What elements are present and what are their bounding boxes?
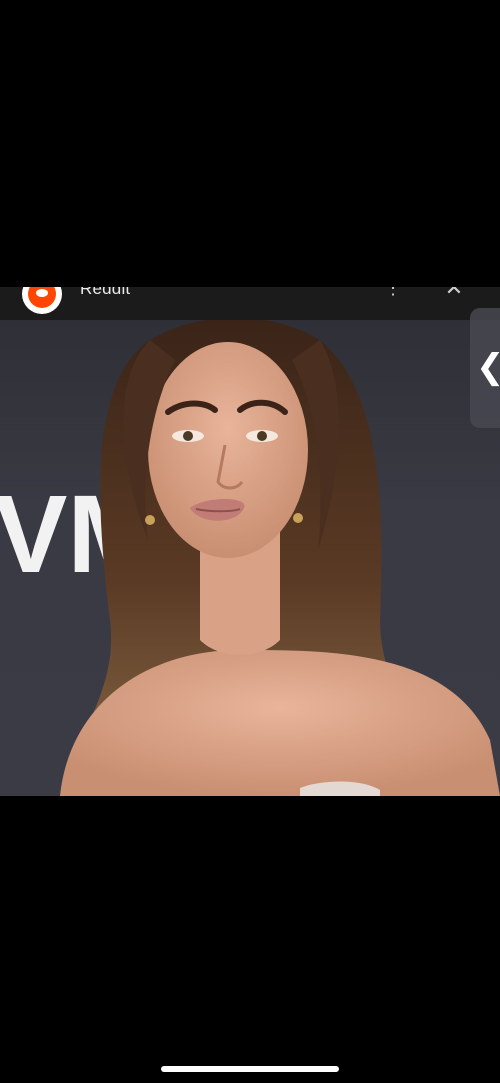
more-vertical-icon[interactable]: ⋮ bbox=[384, 287, 402, 299]
chevron-left-icon: ❮ bbox=[476, 350, 500, 384]
close-icon[interactable]: ✕ bbox=[441, 287, 467, 301]
screen: Reddit ⋮ ✕ VM bbox=[0, 0, 500, 1083]
reddit-logo-icon bbox=[22, 287, 62, 314]
app-title: Reddit bbox=[80, 287, 131, 298]
portrait-illustration: VM bbox=[0, 320, 500, 796]
app-bar: Reddit ⋮ ✕ bbox=[0, 287, 500, 320]
side-panel-handle[interactable]: ❮ bbox=[470, 308, 500, 428]
post-image[interactable]: VM bbox=[0, 320, 500, 796]
home-indicator[interactable] bbox=[161, 1066, 339, 1072]
